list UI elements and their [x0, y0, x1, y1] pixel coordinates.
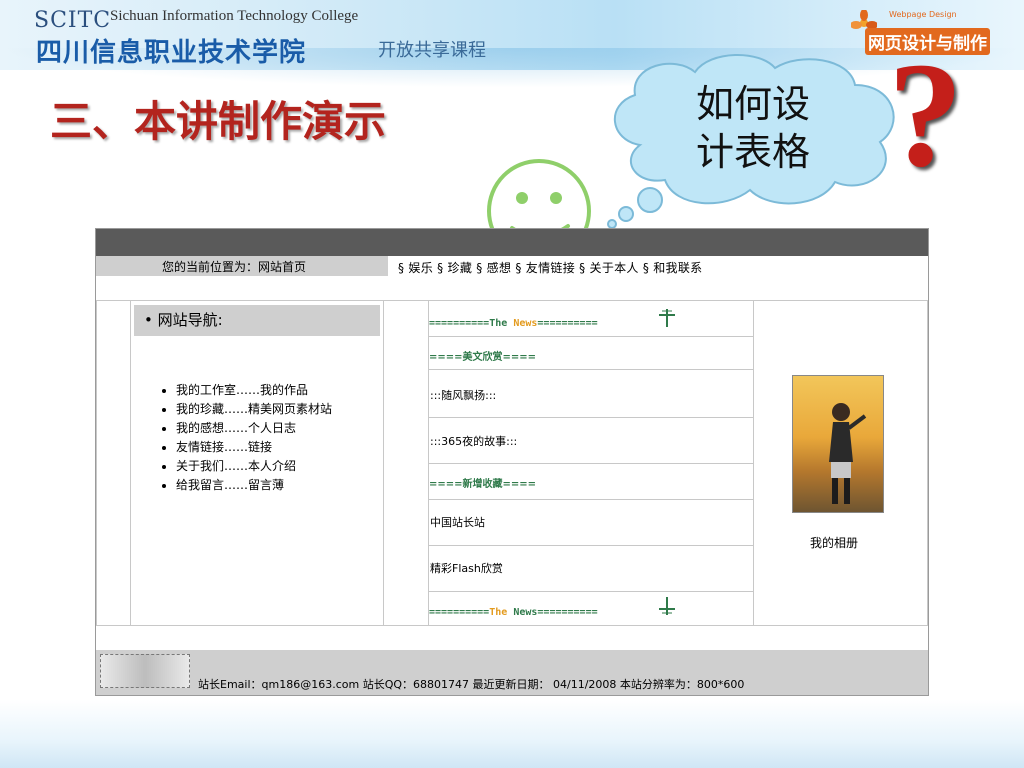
college-name-en: Sichuan Information Technology College — [110, 8, 359, 24]
sidebar-heading: • 网站导航: — [134, 305, 380, 336]
scroll-down-arrow-icon — [659, 597, 675, 615]
thought-dots-icon — [607, 187, 663, 229]
location-text: 您的当前位置为：网站首页 — [162, 260, 307, 274]
bottom-wave-decoration — [0, 700, 1024, 768]
news-link-4[interactable]: 精彩Flash欣赏 — [430, 560, 503, 576]
sidebar-item[interactable]: 关于我们……本人介绍 — [176, 457, 332, 476]
news-banner-left: ========== — [429, 318, 490, 329]
org-abbreviation: SCITC — [34, 8, 112, 33]
sidebar-nav-list: 我的工作室……我的作品 我的珍藏……精美网页素材站 我的感想……个人日志 友情链… — [158, 381, 332, 495]
footer-text: 站长Email：qm186@163.com 站长QQ：68801747 最近更新… — [198, 678, 745, 691]
scroll-up-arrow-icon — [659, 309, 675, 327]
question-mark: ? — [888, 32, 963, 198]
sidebar-item[interactable]: 我的工作室……我的作品 — [176, 381, 332, 400]
bubble-text: 如何设计表格 — [696, 82, 811, 174]
webpage-preview: 您的当前位置为：网站首页 § 娱乐 § 珍藏 § 感想 § 友情链接 § 关于本… — [95, 228, 929, 696]
news-banner-top: ==========The News========== — [429, 318, 598, 329]
badge-en: Webpage Design — [889, 10, 957, 19]
news-banner-word: News — [513, 607, 538, 618]
college-name-cn: 四川信息职业技术学院 — [36, 38, 307, 68]
spacer-cell — [383, 300, 429, 626]
news-banner-word: News — [513, 318, 538, 329]
news-banner-right: ========== — [537, 318, 598, 329]
sidebar-item[interactable]: 友情链接……链接 — [176, 438, 332, 457]
news-link-1[interactable]: :::随风飘扬::: — [430, 387, 496, 403]
album-label[interactable]: 我的相册 — [810, 534, 858, 551]
section-heading-favorites: ====新增收藏==== — [429, 479, 537, 490]
course-tag: 开放共享课程 — [378, 40, 486, 61]
sidebar-item[interactable]: 我的珍藏……精美网页素材站 — [176, 400, 332, 419]
news-banner-the: The — [489, 318, 508, 329]
news-banner-left: ========== — [429, 607, 490, 618]
sidebar-item[interactable]: 我的感想……个人日志 — [176, 419, 332, 438]
top-nav-links[interactable]: § 娱乐 § 珍藏 § 感想 § 友情链接 § 关于本人 § 和我联系 — [398, 259, 702, 276]
slide-title: 三、本讲制作演示 — [50, 97, 387, 146]
girl-photo-icon — [829, 403, 867, 504]
footer-logo — [100, 654, 190, 688]
top-dark-bar — [96, 229, 928, 256]
news-link-2[interactable]: :::365夜的故事::: — [430, 433, 517, 449]
news-banner-bottom: ==========The News========== — [429, 607, 598, 618]
news-link-3[interactable]: 中国站长站 — [430, 514, 485, 530]
news-banner-the: The — [489, 607, 508, 618]
left-margin-cell — [96, 300, 131, 626]
section-heading-essays: ====美文欣赏==== — [429, 352, 537, 363]
album-photo[interactable] — [792, 375, 884, 513]
sidebar-item[interactable]: 给我留言……留言薄 — [176, 476, 332, 495]
news-banner-right: ========== — [537, 607, 598, 618]
